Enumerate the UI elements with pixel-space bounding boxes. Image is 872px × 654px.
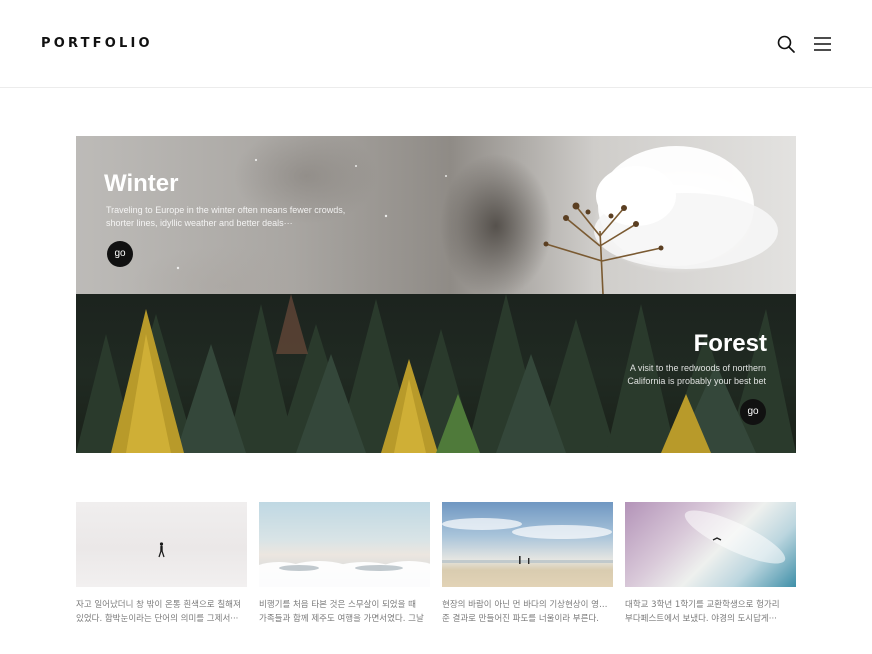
- forest-description-line-2: California is probably your best bet: [627, 376, 766, 386]
- winter-description-line-2: shorter lines, idyllic weather and bette…: [106, 218, 293, 228]
- card-airplane[interactable]: 비행기를 처음 타본 것은 스무살이 되었을 때 가족들과 함께 제주도 여행을…: [259, 502, 430, 626]
- winter-banner: Winter Traveling to Europe in the winter…: [76, 136, 796, 294]
- card-excerpt-line-2: 준 결과로 만들어진 파도를 너울이라 부른다.: [442, 614, 599, 624]
- card-excerpt-line-1: 현장의 바람이 아닌 먼 바다의 기상현상이 영향을: [442, 600, 613, 610]
- search-icon: [777, 35, 795, 53]
- card-snow-walk[interactable]: 자고 일어났더니 창 밖이 온통 흰색으로 칠해져 있었다. 함박눈이라는 단어…: [76, 502, 247, 626]
- card-excerpt: 비행기를 처음 타본 것은 스무살이 되었을 때 가족들과 함께 제주도 여행을…: [259, 598, 430, 626]
- forest-title: Forest: [693, 330, 767, 357]
- card-excerpt-line-1: 자고 일어났더니 창 밖이 온통 흰색으로 칠해져: [76, 600, 241, 610]
- forest-banner: Forest A visit to the redwoods of northe…: [76, 294, 796, 453]
- card-excerpt: 대학교 3학년 1학기를 교환학생으로 헝가리 부다페스트에서 보냈다. 야경의…: [625, 598, 796, 626]
- card-thumbnail[interactable]: [625, 502, 796, 587]
- winter-go-button[interactable]: go: [107, 241, 133, 267]
- site-header: PORTFOLIO: [0, 0, 872, 88]
- card-excerpt: 현장의 바람이 아닌 먼 바다의 기상현상이 영향을 준 결과로 만들어진 파도…: [442, 598, 613, 626]
- search-button[interactable]: [775, 33, 797, 55]
- forest-go-button[interactable]: go: [740, 399, 766, 425]
- winter-title: Winter: [104, 170, 179, 197]
- card-excerpt-line-1: 대학교 3학년 1학기를 교환학생으로 헝가리: [625, 600, 780, 610]
- card-thumbnail[interactable]: [442, 502, 613, 587]
- site-logo[interactable]: PORTFOLIO: [41, 36, 153, 51]
- card-budapest[interactable]: 대학교 3학년 1학기를 교환학생으로 헝가리 부다페스트에서 보냈다. 야경의…: [625, 502, 796, 626]
- card-excerpt-line-2: 있었다. 함박눈이라는 단어의 의미를 그제서···: [76, 614, 239, 624]
- card-excerpt-line-2: 가족들과 함께 제주도 여행을 가면서였다. 그날: [259, 614, 424, 624]
- forest-description-line-1: A visit to the redwoods of northern: [629, 363, 766, 373]
- card-excerpt: 자고 일어났더니 창 밖이 온통 흰색으로 칠해져 있었다. 함박눈이라는 단어…: [76, 598, 247, 626]
- card-thumbnail[interactable]: [259, 502, 430, 587]
- walking-person-image: [158, 542, 165, 558]
- menu-button[interactable]: [811, 33, 833, 55]
- card-beach[interactable]: 현장의 바람이 아닌 먼 바다의 기상현상이 영향을 준 결과로 만들어진 파도…: [442, 502, 613, 626]
- winter-description: Traveling to Europe in the winter often …: [106, 204, 356, 230]
- forest-description: A visit to the redwoods of northern Cali…: [566, 362, 766, 388]
- hamburger-menu-icon: [814, 37, 831, 51]
- card-excerpt-line-2: 부다페스트에서 보냈다. 야경의 도시답게···: [625, 614, 777, 624]
- clouds-image: [259, 561, 430, 587]
- sky-image: [684, 510, 786, 564]
- card-excerpt-line-1: 비행기를 처음 타본 것은 스무살이 되었을 때: [259, 600, 416, 610]
- card-thumbnail[interactable]: [76, 502, 247, 587]
- winter-description-line-1: Traveling to Europe in the winter often …: [106, 205, 346, 215]
- beach-image: [442, 518, 613, 564]
